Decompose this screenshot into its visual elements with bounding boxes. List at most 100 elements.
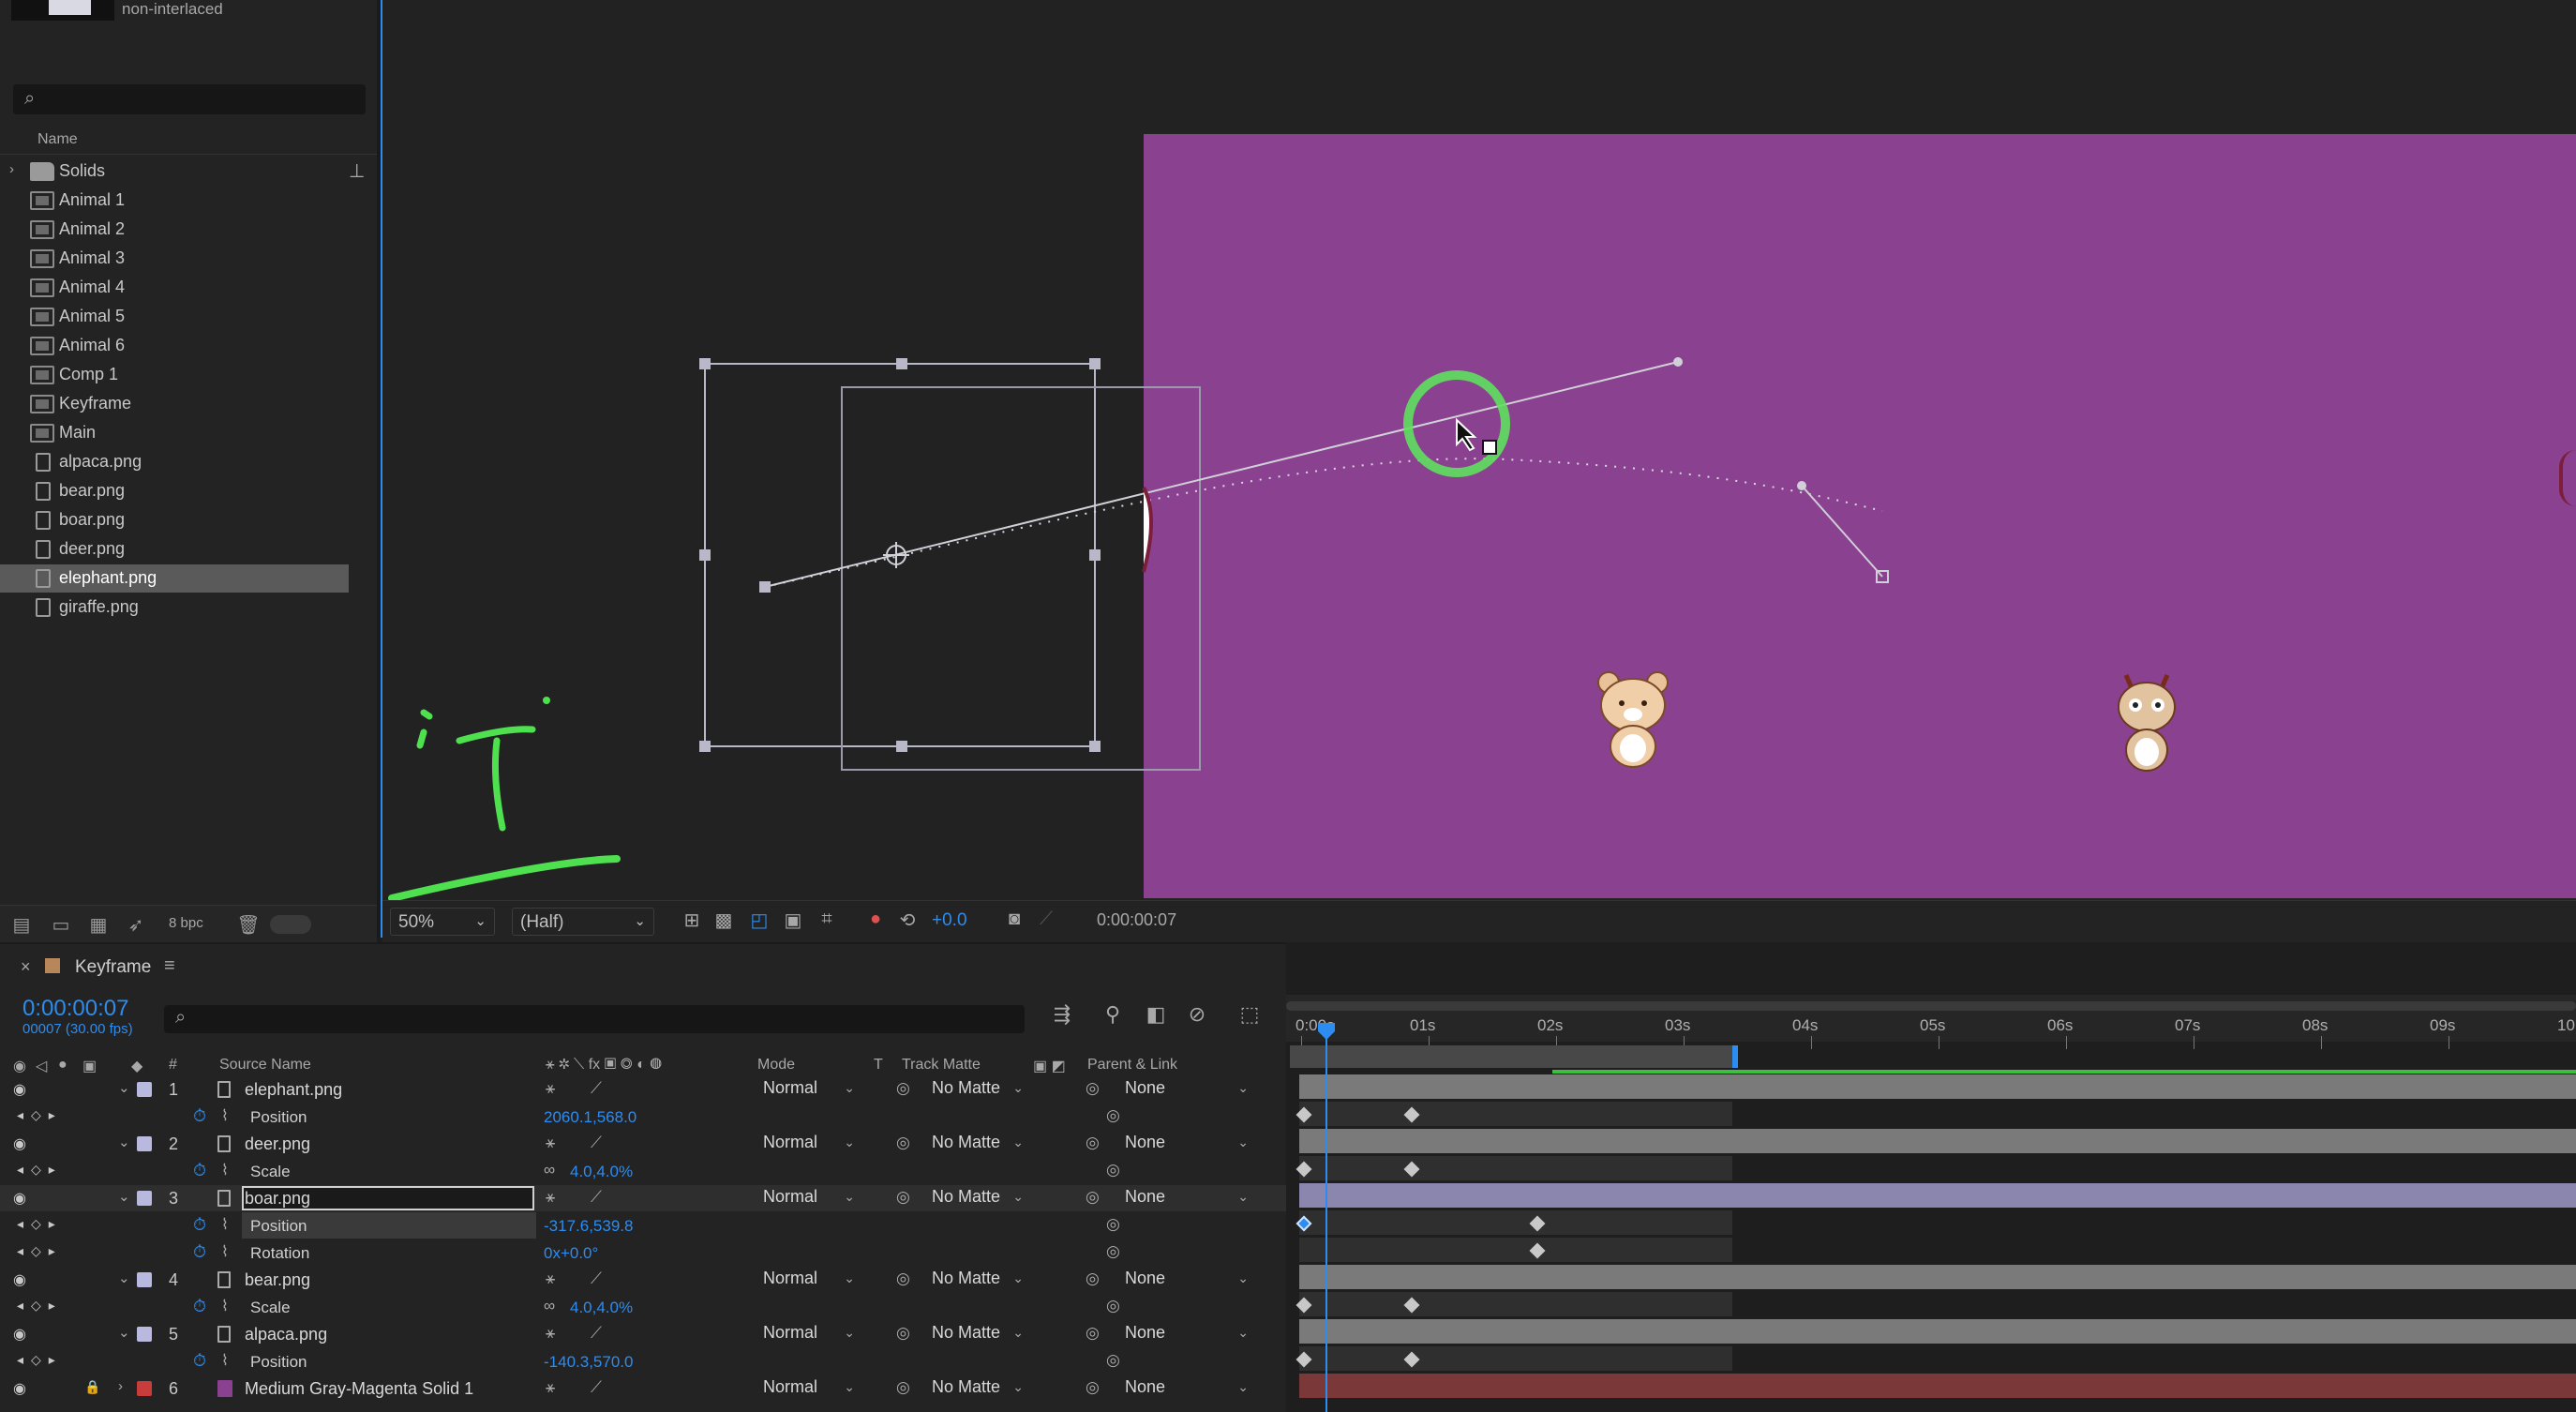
stopwatch-icon[interactable]: ⏱ bbox=[193, 1242, 206, 1262]
new-folder-icon[interactable]: ▭ bbox=[49, 913, 73, 936]
quality-switch-icon[interactable]: ⟋ bbox=[591, 1324, 602, 1343]
project-item[interactable]: › Solids bbox=[0, 158, 349, 186]
shy-layers-icon[interactable]: ◧ bbox=[1142, 1002, 1170, 1030]
constrain-proportions-icon[interactable]: ∞ bbox=[544, 1161, 555, 1179]
property-value[interactable]: 0x+0.0° bbox=[544, 1244, 598, 1263]
matte-pickwhip-icon[interactable]: ◎ bbox=[896, 1378, 910, 1397]
property-row[interactable]: ◂◇▸ ⏱ ⌇ Scale ∞ 4.0,4.0% ◎ bbox=[0, 1294, 1286, 1320]
project-search-input[interactable]: ⌕ bbox=[13, 84, 366, 114]
keyframe-navigator[interactable]: ◂◇▸ bbox=[17, 1243, 63, 1259]
track-matte-dropdown[interactable]: No Matte ⌄ bbox=[924, 1323, 1027, 1345]
work-area-end-handle[interactable] bbox=[1732, 1045, 1738, 1068]
track-matte-dropdown[interactable]: No Matte ⌄ bbox=[924, 1269, 1027, 1291]
parent-link-header[interactable]: Parent & Link bbox=[1087, 1057, 1177, 1074]
twirl-arrow-icon[interactable]: ⌄ bbox=[118, 1134, 130, 1150]
flowchart-icon[interactable]: ⊥ bbox=[349, 159, 365, 183]
transparency-grid-icon[interactable]: ▩ bbox=[711, 909, 737, 935]
matte-pickwhip-icon[interactable]: ◎ bbox=[896, 1079, 910, 1098]
stopwatch-icon[interactable]: ⏱ bbox=[193, 1106, 206, 1126]
visibility-eye-icon[interactable]: ◉ bbox=[13, 1080, 26, 1099]
stopwatch-icon[interactable]: ⏱ bbox=[193, 1215, 206, 1235]
expression-pickwhip-icon[interactable]: ◎ bbox=[1106, 1351, 1120, 1370]
project-item[interactable]: Main bbox=[0, 419, 349, 447]
preserve-transparency-header[interactable]: T bbox=[874, 1057, 883, 1074]
track-matte-dropdown[interactable]: No Matte ⌄ bbox=[924, 1377, 1027, 1400]
shy-switch-icon[interactable]: ⚹ bbox=[546, 1188, 555, 1207]
visibility-eye-icon[interactable]: ◉ bbox=[13, 1270, 26, 1289]
expression-pickwhip-icon[interactable]: ◎ bbox=[1106, 1161, 1120, 1179]
quality-switch-icon[interactable]: ⟋ bbox=[591, 1269, 602, 1288]
current-time-indicator[interactable] bbox=[1325, 1029, 1327, 1412]
parent-pickwhip-icon[interactable]: ◎ bbox=[1086, 1188, 1100, 1207]
layer-name[interactable]: elephant.png bbox=[245, 1080, 342, 1100]
layer-row[interactable]: ◉ ⌄ 3 boar.png ⚹ ⟋ Normal ⌄ ◎ No Matte ⌄ ◎ None ⌄ bbox=[0, 1185, 1286, 1211]
source-name-header[interactable]: Source Name bbox=[219, 1057, 311, 1074]
parent-dropdown[interactable]: None ⌄ bbox=[1117, 1187, 1252, 1209]
comp-flowchart-icon[interactable]: ⇶ bbox=[1048, 1002, 1076, 1030]
stopwatch-icon[interactable]: ⏱ bbox=[193, 1161, 206, 1180]
graph-editor-icon[interactable]: ⬚ bbox=[1236, 1002, 1264, 1030]
composition-viewer[interactable] bbox=[382, 0, 2576, 900]
property-track[interactable] bbox=[1299, 1210, 1732, 1235]
reset-exposure-icon[interactable]: ⟲ bbox=[894, 909, 921, 935]
lock-switch-icon[interactable]: ▣ bbox=[82, 1057, 97, 1075]
property-value[interactable]: -317.6,539.8 bbox=[544, 1217, 633, 1236]
draft-3d-icon[interactable]: ⚲ bbox=[1099, 1002, 1127, 1030]
timeline-search-input[interactable]: ⌕ bbox=[164, 1005, 1025, 1033]
name-column-header[interactable]: Name bbox=[37, 131, 78, 148]
parent-pickwhip-icon[interactable]: ◎ bbox=[1086, 1134, 1100, 1152]
expression-pickwhip-icon[interactable]: ◎ bbox=[1106, 1106, 1120, 1125]
project-item[interactable]: Animal 2 bbox=[0, 216, 349, 244]
video-switch-icon[interactable]: ◉ bbox=[13, 1057, 26, 1075]
parent-pickwhip-icon[interactable]: ◎ bbox=[1086, 1324, 1100, 1343]
visibility-eye-icon[interactable]: ◉ bbox=[13, 1189, 26, 1208]
layer-row[interactable]: ◉ 🔒 › 6 Medium Gray-Magenta Solid 1 ⚹ ⟋ Normal ⌄… bbox=[0, 1375, 1286, 1402]
graph-icon[interactable]: ⌇ bbox=[221, 1351, 229, 1370]
layer-row[interactable]: ◉ ⌄ 4 bear.png ⚹ ⟋ Normal ⌄ ◎ No Matte ⌄ ◎ None ⌄ bbox=[0, 1267, 1286, 1293]
work-area-bar[interactable] bbox=[1290, 1045, 1734, 1068]
layer-row[interactable]: ◉ ⌄ 5 alpaca.png ⚹ ⟋ Normal ⌄ ◎ No Matte ⌄ ◎ None ⌄ bbox=[0, 1321, 1286, 1347]
shy-switch-icon[interactable]: ⚹ bbox=[546, 1378, 555, 1397]
audio-switch-icon[interactable]: ◁ bbox=[36, 1057, 47, 1075]
quality-switch-icon[interactable]: ⟋ bbox=[591, 1079, 602, 1098]
parent-dropdown[interactable]: None ⌄ bbox=[1117, 1323, 1252, 1345]
track-matte-dropdown[interactable]: No Matte ⌄ bbox=[924, 1187, 1027, 1209]
solo-switch-icon[interactable]: ● bbox=[58, 1057, 67, 1074]
project-item[interactable]: bear.png bbox=[0, 477, 349, 505]
constrain-proportions-icon[interactable]: ∞ bbox=[544, 1297, 555, 1315]
track-matte-dropdown[interactable]: No Matte ⌄ bbox=[924, 1078, 1027, 1101]
channel-icon[interactable]: ● bbox=[862, 909, 889, 935]
twirl-arrow-icon[interactable]: ⌄ bbox=[118, 1079, 130, 1096]
blend-mode-dropdown[interactable]: Normal ⌄ bbox=[756, 1078, 859, 1101]
region-of-interest-icon[interactable]: ▣ bbox=[780, 909, 806, 935]
layer-duration-bar[interactable] bbox=[1299, 1374, 2576, 1398]
layer-name[interactable]: boar.png bbox=[245, 1189, 310, 1209]
property-value[interactable]: -140.3,570.0 bbox=[544, 1353, 633, 1372]
layer-label-color[interactable] bbox=[137, 1191, 152, 1206]
stopwatch-icon[interactable]: ⏱ bbox=[193, 1351, 206, 1371]
project-item[interactable]: Comp 1 bbox=[0, 361, 349, 389]
motion-path-overlay[interactable] bbox=[382, 0, 2576, 900]
bit-depth[interactable]: 8 bpc bbox=[169, 915, 216, 931]
twirl-arrow-icon[interactable]: › bbox=[118, 1378, 123, 1394]
matte-pickwhip-icon[interactable]: ◎ bbox=[896, 1269, 910, 1288]
switches-header-icons[interactable]: ⚹ ✲ ⟍ fx ▣ ◎ ◐ ◍ bbox=[546, 1057, 662, 1074]
property-track[interactable] bbox=[1299, 1292, 1732, 1316]
show-snapshot-icon[interactable]: ⟋ bbox=[1033, 909, 1059, 935]
tab-keyframe[interactable]: Keyframe bbox=[75, 957, 151, 978]
twirl-arrow-icon[interactable]: ⌄ bbox=[118, 1188, 130, 1205]
mask-visibility-icon[interactable]: ◰ bbox=[746, 909, 772, 935]
property-value[interactable]: 2060.1,568.0 bbox=[544, 1108, 637, 1127]
grid-guides-icon[interactable]: ⌗ bbox=[814, 909, 840, 935]
layer-duration-bar[interactable] bbox=[1299, 1265, 2576, 1289]
expression-pickwhip-icon[interactable]: ◎ bbox=[1106, 1242, 1120, 1261]
property-value[interactable]: 4.0,4.0% bbox=[570, 1299, 633, 1317]
parent-pickwhip-icon[interactable]: ◎ bbox=[1086, 1269, 1100, 1288]
project-item[interactable]: deer.png bbox=[0, 535, 349, 563]
property-row[interactable]: ◂◇▸ ⏱ ⌇ Position -140.3,570.0 ◎ bbox=[0, 1348, 1286, 1374]
keyframe-navigator[interactable]: ◂◇▸ bbox=[17, 1107, 63, 1123]
exposure-value[interactable]: +0.0 bbox=[932, 910, 967, 931]
matte-pickwhip-icon[interactable]: ◎ bbox=[896, 1188, 910, 1207]
layer-label-color[interactable] bbox=[137, 1082, 152, 1097]
parent-pickwhip-icon[interactable]: ◎ bbox=[1086, 1079, 1100, 1098]
